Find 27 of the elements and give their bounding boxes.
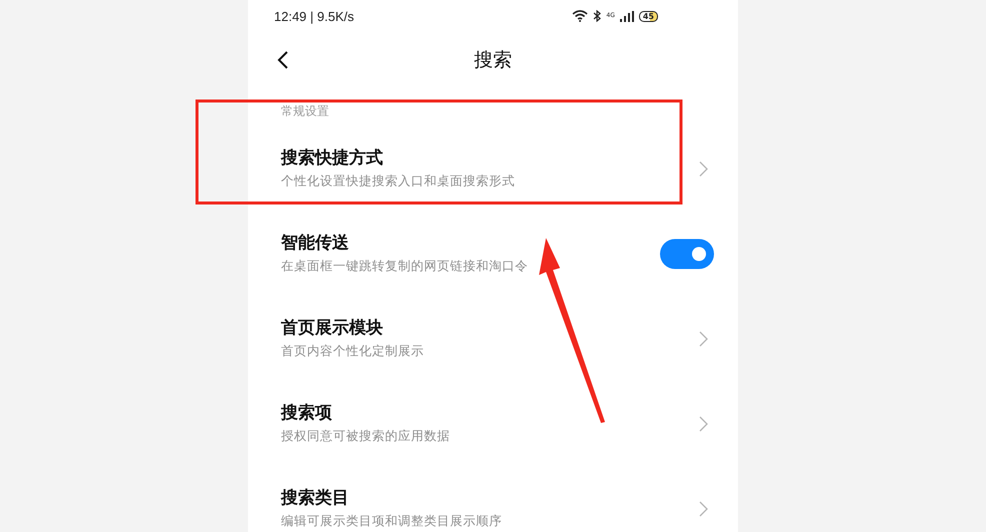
row-title: 智能传送 — [281, 232, 349, 254]
section-label: 常规设置 — [280, 103, 330, 120]
signal-icon — [620, 10, 634, 22]
settings-row[interactable]: 智能传送 在桌面框一键跳转复制的网页链接和淘口令 — [248, 205, 738, 290]
back-icon[interactable] — [276, 50, 290, 70]
settings-row[interactable]: 搜索快捷方式 个性化设置快捷搜索入口和桌面搜索形式 — [248, 120, 738, 205]
row-subtitle: 编辑可展示类目项和调整类目展示顺序 — [281, 512, 502, 530]
row-subtitle: 授权同意可被搜索的应用数据 — [281, 426, 450, 444]
row-subtitle: 在桌面框一键跳转复制的网页链接和淘口令 — [281, 256, 528, 274]
row-title: 搜索快捷方式 — [281, 146, 383, 170]
row-title: 搜索类目 — [281, 486, 349, 510]
row-title: 搜索项 — [281, 402, 332, 424]
settings-row[interactable]: 首页展示模块 首页内容个性化定制展示 — [248, 290, 738, 375]
row-subtitle: 首页内容个性化定制展示 — [281, 342, 424, 360]
chevron-right-icon — [699, 500, 708, 516]
settings-row[interactable]: 搜索类目 编辑可展示类目项和调整类目展示顺序 — [248, 460, 738, 532]
bluetooth-icon — [593, 10, 602, 22]
row-subtitle: 个性化设置快捷搜索入口和桌面搜索形式 — [281, 172, 515, 190]
page-title: 搜索 — [474, 49, 512, 71]
toggle-switch[interactable] — [660, 238, 714, 268]
chevron-right-icon — [699, 160, 708, 176]
status-time: 12:49 | 9.5K/s — [274, 8, 354, 24]
settings-row[interactable]: 搜索项 授权同意可被搜索的应用数据 — [248, 375, 738, 460]
wifi-icon — [572, 10, 588, 22]
row-title: 首页展示模块 — [281, 316, 383, 340]
chevron-right-icon — [699, 416, 708, 432]
chevron-right-icon — [699, 330, 708, 346]
